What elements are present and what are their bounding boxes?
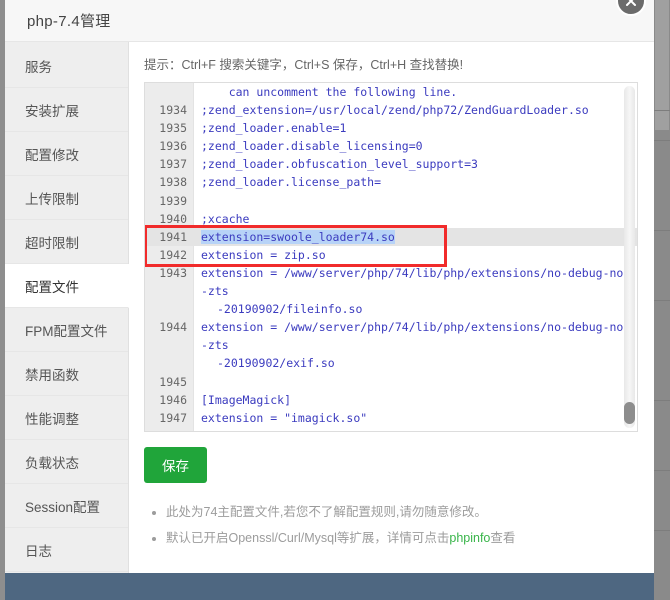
line-number: 1938 <box>159 175 187 190</box>
line-number: 1935 <box>159 121 187 136</box>
save-button[interactable]: 保存 <box>144 447 207 483</box>
notes-list: 此处为74主配置文件,若您不了解配置规则,请勿随意修改。默认已开启Openssl… <box>144 499 638 551</box>
code-line[interactable]: 1935 ;zend_loader.enable=1 <box>145 119 637 137</box>
sidebar-item-label: 配置修改 <box>25 147 79 163</box>
line-text[interactable]: ;zend_loader.disable_licensing=0 <box>194 137 637 155</box>
line-number: 1946 <box>159 392 187 407</box>
sidebar-item-9[interactable]: 性能调整 <box>5 396 128 440</box>
sidebar-item-label: 性能调整 <box>25 411 79 427</box>
editor-scrollbar[interactable] <box>624 86 635 428</box>
line-text[interactable]: extension=swoole_loader74.so <box>194 227 637 246</box>
line-text[interactable]: ;zend_loader.license_path= <box>194 173 637 191</box>
config-editor[interactable]: can uncomment the following line. 1934 ;ze… <box>144 82 638 432</box>
code-line[interactable]: 1944 extension = /www/server/php/74/lib/p… <box>145 318 637 372</box>
sidebar-item-10[interactable]: 负载状态 <box>5 440 128 484</box>
sidebar-item-5[interactable]: 超时限制 <box>5 220 128 264</box>
save-row: 保存 <box>144 432 638 483</box>
screen: php-7.4管理 服务安装扩展配置修改上传限制超时限制配置文件 FPM配置文件禁… <box>0 0 670 600</box>
dialog-titlebar: php-7.4管理 <box>5 0 654 42</box>
line-text[interactable]: ;zend_extension=/usr/local/zend/php72/Ze… <box>194 101 637 119</box>
note-item: 此处为74主配置文件,若您不了解配置规则,请勿随意修改。 <box>166 499 638 525</box>
sidebar-item-label: 日志 <box>25 543 52 559</box>
line-number: 1941 <box>159 229 187 244</box>
line-text[interactable]: extension = "imagick.so" <box>194 409 637 427</box>
sidebar-item-7[interactable]: FPM配置文件 <box>5 308 128 352</box>
code-line[interactable]: 1942 extension = zip.so <box>145 246 637 264</box>
phpinfo-link[interactable]: phpinfo <box>449 531 490 545</box>
code-line[interactable]: 1934 ;zend_extension=/usr/local/zend/php7… <box>145 101 637 119</box>
code-line[interactable]: 1946 [ImageMagick] <box>145 391 637 409</box>
editor-hint: 提示：Ctrl+F 搜索关键字，Ctrl+S 保存，Ctrl+H 查找替换! <box>144 58 464 72</box>
php-management-dialog: php-7.4管理 服务安装扩展配置修改上传限制超时限制配置文件 FPM配置文件禁… <box>5 0 654 573</box>
code-line[interactable]: 1943 extension = /www/server/php/74/lib/p… <box>145 264 637 318</box>
line-number: 1934 <box>159 103 187 118</box>
line-text[interactable]: [ImageMagick] <box>194 391 637 409</box>
line-number: 1945 <box>159 374 187 389</box>
page-scrollbar[interactable] <box>654 0 670 600</box>
code-line[interactable]: 1945 <box>145 373 637 391</box>
line-text[interactable]: can uncomment the following line. <box>194 83 637 101</box>
line-number: 1948 <box>145 427 194 431</box>
line-text[interactable]: ;xcache <box>194 210 637 228</box>
sidebar-item-1[interactable]: 服务 <box>5 44 128 88</box>
sidebar-item-label: 禁用函数 <box>25 367 79 383</box>
content-panel: 提示：Ctrl+F 搜索关键字，Ctrl+S 保存，Ctrl+H 查找替换! c… <box>129 42 654 573</box>
line-text[interactable]: extension = /www/server/php/74/lib/php/e… <box>194 264 637 318</box>
sidebar-item-label: 上传限制 <box>25 191 79 207</box>
code-line[interactable]: 1937 ;zend_loader.obfuscation_level_suppo… <box>145 155 637 173</box>
line-number: 1939 <box>159 193 187 208</box>
editor-code-area[interactable]: can uncomment the following line. 1934 ;ze… <box>145 83 637 431</box>
sidebar-item-11[interactable]: Session配置 <box>5 484 128 528</box>
sidebar-item-6[interactable]: 配置文件 <box>5 264 129 308</box>
note-item: 默认已开启Openssl/Curl/Mysql等扩展，详情可点击phpinfo查… <box>166 525 638 551</box>
line-number: 1947 <box>159 410 187 425</box>
sidebar: 服务安装扩展配置修改上传限制超时限制配置文件 FPM配置文件 禁用函数性能调整负载状… <box>5 42 129 573</box>
sidebar-item-3[interactable]: 配置修改 <box>5 132 128 176</box>
sidebar-item-label: 安装扩展 <box>25 103 79 119</box>
code-line[interactable]: 1936 ;zend_loader.disable_licensing=0 <box>145 137 637 155</box>
dialog-body: 服务安装扩展配置修改上传限制超时限制配置文件 FPM配置文件 禁用函数性能调整负载状… <box>5 42 654 573</box>
sidebar-item-13[interactable]: 慢日志 <box>5 572 128 573</box>
note-text: 默认已开启Openssl/Curl/Mysql等扩展，详情可点击 <box>166 531 450 545</box>
sidebar-item-2[interactable]: 安装扩展 <box>5 88 128 132</box>
editor-scrollbar-thumb[interactable] <box>624 402 635 424</box>
line-text[interactable]: ;zend_loader.obfuscation_level_support=3 <box>194 155 637 173</box>
sidebar-item-8[interactable]: 禁用函数 <box>5 352 128 396</box>
note-text: 此处为74主配置文件,若您不了解配置规则,请勿随意修改。 <box>166 505 487 519</box>
line-number: 1944 <box>159 320 187 335</box>
note-text-suffix: 查看 <box>490 531 516 545</box>
code-line[interactable]: 1941 extension=swoole_loader74.so <box>145 227 637 246</box>
line-text[interactable]: extension = /www/server/php/74/lib/php/e… <box>194 318 637 372</box>
code-line[interactable]: 1938 ;zend_loader.license_path= <box>145 173 637 191</box>
line-text-wrapped: -20190902/exif.so <box>217 356 335 371</box>
sidebar-item-label: 配置文件 <box>25 279 79 295</box>
sidebar-item-label: 负载状态 <box>25 455 79 471</box>
sidebar-item-label: FPM配置文件 <box>25 323 108 339</box>
line-number: 1937 <box>159 157 187 172</box>
code-line[interactable]: 1939 <box>145 192 637 210</box>
sidebar-item-label: 超时限制 <box>25 235 79 251</box>
code-line[interactable]: 1948 <box>145 427 637 431</box>
sidebar-item-label: Session配置 <box>25 499 101 515</box>
line-number: 1940 <box>159 211 187 226</box>
line-number: 1936 <box>159 139 187 154</box>
sidebar-item-label: 服务 <box>25 59 52 75</box>
line-number: 1943 <box>159 265 187 280</box>
line-text-wrapped: -20190902/fileinfo.so <box>217 302 363 317</box>
sidebar-item-4[interactable]: 上传限制 <box>5 176 128 220</box>
code-line[interactable]: 1947 extension = "imagick.so" <box>145 409 637 427</box>
code-line[interactable]: can uncomment the following line. <box>145 83 637 101</box>
line-text[interactable]: extension = zip.so <box>194 246 637 264</box>
line-text[interactable]: ;zend_loader.enable=1 <box>194 119 637 137</box>
dialog-title: php-7.4管理 <box>27 13 111 30</box>
selected-text: extension=swoole_loader74.so <box>201 229 395 244</box>
line-number: 1942 <box>159 247 187 262</box>
sidebar-item-12[interactable]: 日志 <box>5 528 128 572</box>
code-line[interactable]: 1940 ;xcache <box>145 210 637 228</box>
